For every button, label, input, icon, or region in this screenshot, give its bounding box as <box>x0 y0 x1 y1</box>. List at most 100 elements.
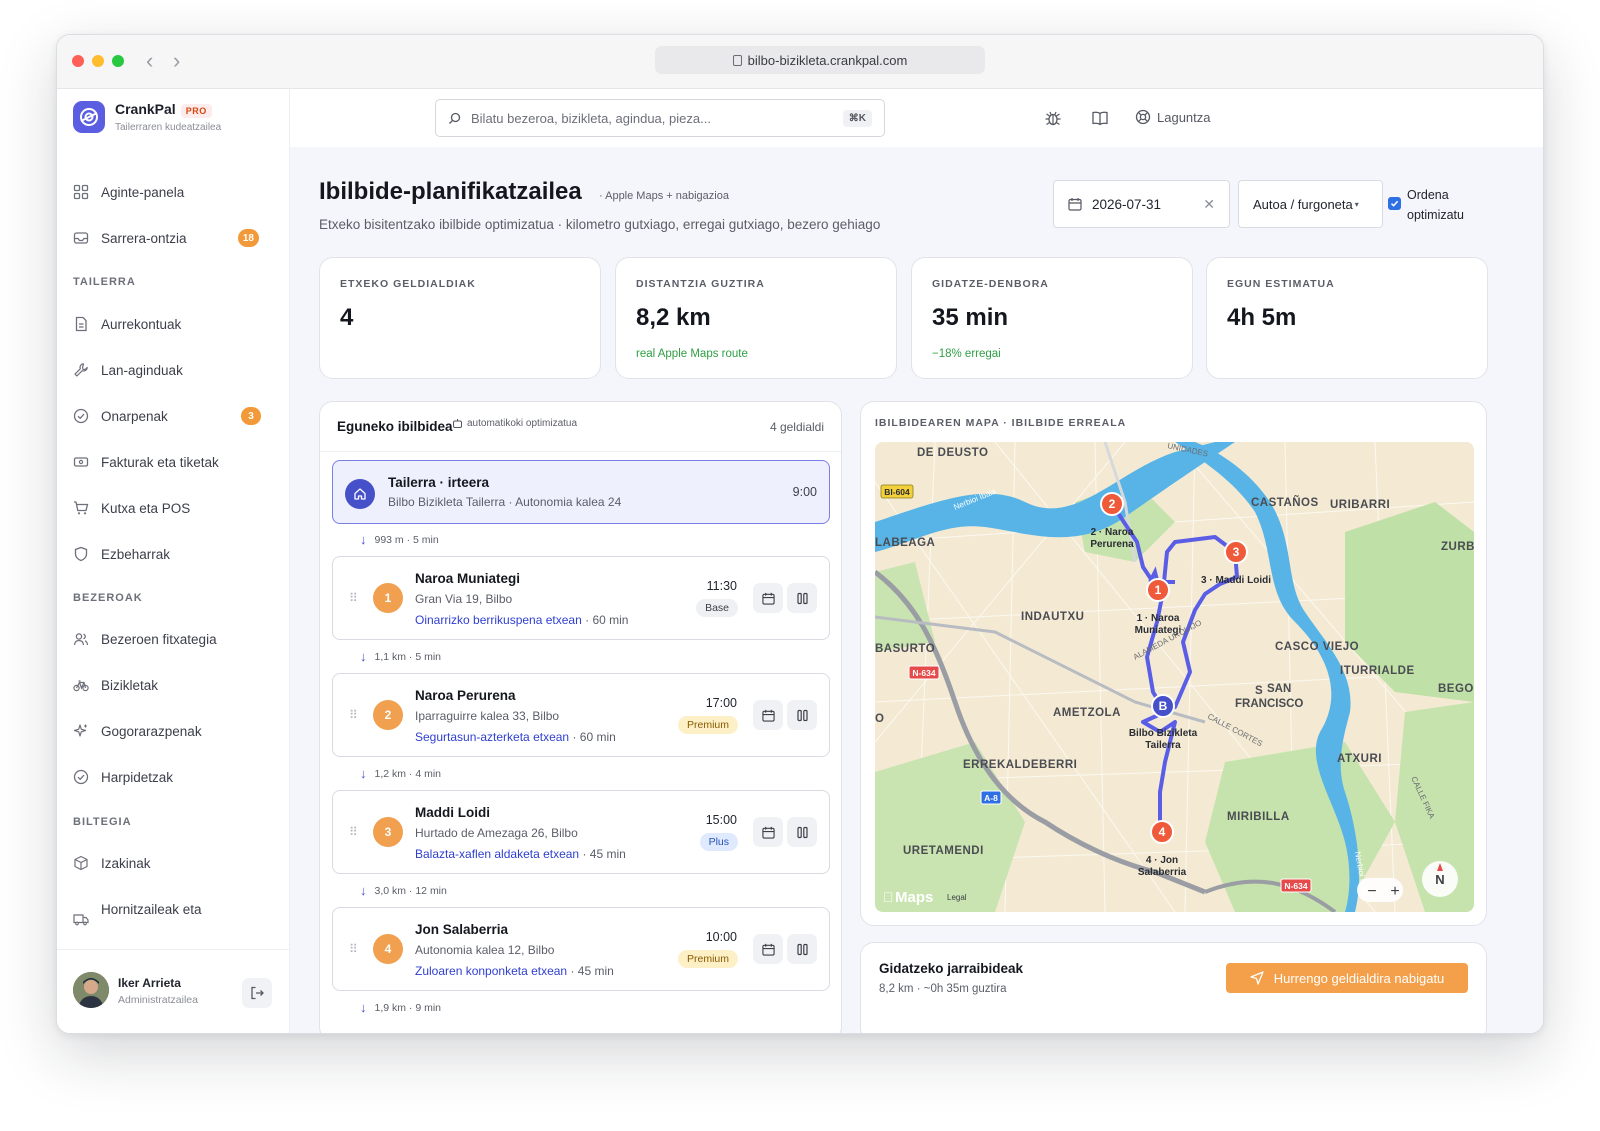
topbar: Bilatu bezeroa, bizikleta, agindua, piez… <box>290 89 1543 147</box>
inbox-count-badge: 18 <box>237 229 259 247</box>
driving-summary: 8,2 km · ~0h 35m guztira <box>879 983 1007 995</box>
calendar-button[interactable] <box>753 583 783 613</box>
svg-text::  <box>883 889 894 905</box>
logout-button[interactable] <box>242 978 272 1008</box>
svg-text:SAN: SAN <box>1267 683 1291 695</box>
date-picker[interactable]: 2026-07-31 ✕ <box>1053 180 1230 228</box>
calendar-button[interactable] <box>753 700 783 730</box>
sidebar-item-stock[interactable]: Izakinak <box>73 846 259 880</box>
dropdown-caret-icon: ▾ <box>1354 199 1359 209</box>
stop-number: 2 <box>373 700 403 730</box>
section-customers: BEZEROAK <box>73 592 143 604</box>
drag-handle-icon[interactable]: ⠿ <box>349 708 358 722</box>
leg-text: 3,0 km · 12 min <box>374 884 447 897</box>
sidebar-item-incidents[interactable]: Ezbeharrak <box>73 537 259 571</box>
daily-route-card: Eguneko ibilbidea automatikoki optimizat… <box>319 401 842 1033</box>
address-bar[interactable]: bilbo-bizikleta.crankpal.com <box>655 46 985 74</box>
sidebar-item-suppliers[interactable]: Hornitzaileak eta <box>73 892 259 926</box>
book-icon[interactable] <box>1091 109 1109 132</box>
sidebar-item-customer-files[interactable]: Bezeroen fitxategia <box>73 622 259 656</box>
columns-button[interactable] <box>787 583 817 613</box>
leg-text: 1,9 km · 9 min <box>374 1001 442 1014</box>
route-stop[interactable]: ⠿ 1 Naroa Muniategi Gran Via 19, Bilbo O… <box>332 556 830 640</box>
drag-handle-icon[interactable]: ⠿ <box>349 825 358 839</box>
pro-badge: PRO <box>180 104 212 118</box>
help-button[interactable]: Laguntza <box>1135 109 1211 125</box>
optimize-checkbox[interactable] <box>1388 197 1401 210</box>
stat-value: 35 min <box>932 304 1009 331</box>
sidebar-item-subscriptions[interactable]: Harpidetzak <box>73 760 259 794</box>
search-input[interactable]: Bilatu bezeroa, bizikleta, agindua, piez… <box>435 99 885 137</box>
columns-icon <box>796 826 808 838</box>
sidebar-item-pos[interactable]: Kutxa eta POS <box>73 491 259 525</box>
svg-text:1: 1 <box>1155 583 1162 597</box>
navigate-next-stop-button[interactable]: Hurrengo geldialdira nabigatu <box>1226 963 1468 993</box>
home-icon <box>345 479 375 509</box>
sidebar-item-inbox[interactable]: Sarrera-ontzia 18 <box>73 221 259 255</box>
service-link[interactable]: Oinarrizko berrikuspena etxean <box>415 613 582 627</box>
avatar[interactable] <box>73 972 109 1008</box>
forward-arrow-icon[interactable]: › <box>173 48 180 74</box>
vehicle-select[interactable]: Autoa / furgoneta ▾ <box>1238 180 1383 228</box>
help-label: Laguntza <box>1157 109 1211 125</box>
svg-text:2: 2 <box>1109 497 1116 511</box>
calendar-icon <box>761 943 775 956</box>
service-duration: · 60 min <box>572 730 616 744</box>
lifebuoy-icon <box>1135 109 1151 125</box>
page-title-tag: · Apple Maps + nabigazioa <box>599 190 729 202</box>
svg-text:Tailerra: Tailerra <box>1145 740 1181 751</box>
wrench-icon <box>74 363 88 377</box>
plan-badge: Plus <box>699 833 738 851</box>
clear-date-icon[interactable]: ✕ <box>1203 196 1215 213</box>
minimize-window-button[interactable] <box>92 55 104 67</box>
brand[interactable]: CrankPal PRO Tailerraren kudeatzailea <box>73 101 221 133</box>
drag-handle-icon[interactable]: ⠿ <box>349 942 358 956</box>
sidebar-item-label: Ezbeharrak <box>101 546 171 562</box>
service-link[interactable]: Zuloaren konponketa etxean <box>415 964 567 978</box>
svg-text:ATXURI: ATXURI <box>1337 753 1382 765</box>
close-window-button[interactable] <box>72 55 84 67</box>
back-arrow-icon[interactable]: ‹ <box>146 48 153 74</box>
sidebar-item-work-orders[interactable]: Lan-aginduak <box>73 353 259 387</box>
calendar-icon <box>761 592 775 605</box>
plan-badge: Premium <box>677 716 738 734</box>
stat-label: EGUN ESTIMATUA <box>1227 278 1335 290</box>
optimize-order-toggle[interactable]: Ordena optimizatu <box>1388 185 1477 225</box>
sidebar-item-quotes[interactable]: Aurrekontuak <box>73 307 259 341</box>
columns-button[interactable] <box>787 700 817 730</box>
columns-icon <box>796 709 808 721</box>
sidebar-item-label: Onarpenak <box>101 408 168 424</box>
maximize-window-button[interactable] <box>112 55 124 67</box>
check-circle-icon <box>73 408 89 424</box>
stop-address: Autonomia kalea 12, Bilbo <box>415 943 555 957</box>
calendar-button[interactable] <box>753 817 783 847</box>
svg-text:3: 3 <box>1233 545 1240 559</box>
sidebar-item-dashboard[interactable]: Aginte-panela <box>73 175 259 209</box>
sidebar-item-invoices[interactable]: Fakturak eta tiketak <box>73 445 259 479</box>
route-stop[interactable]: ⠿ 3 Maddi Loidi Hurtado de Amezaga 26, B… <box>332 790 830 874</box>
route-map[interactable]: 2 2 · Naroa Perurena 3 3 · Maddi Loidi 1 <box>875 442 1474 912</box>
driving-directions-card: Gidatzeko jarraibideak 8,2 km · ~0h 35m … <box>860 942 1487 1033</box>
robot-icon <box>453 419 462 428</box>
svg-text:AMETZOLA: AMETZOLA <box>1053 707 1121 719</box>
service-link[interactable]: Balazta-xaflen aldaketa etxean <box>415 847 579 861</box>
sidebar-item-bikes[interactable]: Bizikletak <box>73 668 259 702</box>
section-workshop: TAILERRA <box>73 276 136 288</box>
bike-icon <box>73 680 89 692</box>
svg-text:BEGOÑ: BEGOÑ <box>1438 682 1474 695</box>
route-stop[interactable]: ⠿ 2 Naroa Perurena Iparraguirre kalea 33… <box>332 673 830 757</box>
bug-icon[interactable] <box>1044 109 1062 132</box>
route-stop[interactable]: ⠿ 4 Jon Salaberria Autonomia kalea 12, B… <box>332 907 830 991</box>
sidebar-item-label: Sarrera-ontzia <box>101 230 187 246</box>
calendar-button[interactable] <box>753 934 783 964</box>
columns-button[interactable] <box>787 934 817 964</box>
service-link[interactable]: Segurtasun-azterketa etxean <box>415 730 569 744</box>
stop-service: Balazta-xaflen aldaketa etxean · 45 min <box>415 847 626 861</box>
depot-start[interactable]: Tailerra · irteera Bilbo Bizikleta Taile… <box>332 460 830 524</box>
columns-button[interactable] <box>787 817 817 847</box>
sidebar-item-reminders[interactable]: Gogorarazpenak <box>73 714 259 748</box>
sidebar-item-approvals[interactable]: Onarpenak 3 <box>73 399 261 433</box>
route-title: Eguneko ibilbidea <box>337 419 453 434</box>
drag-handle-icon[interactable]: ⠿ <box>349 591 358 605</box>
svg-text:URETAMENDI: URETAMENDI <box>903 845 984 857</box>
